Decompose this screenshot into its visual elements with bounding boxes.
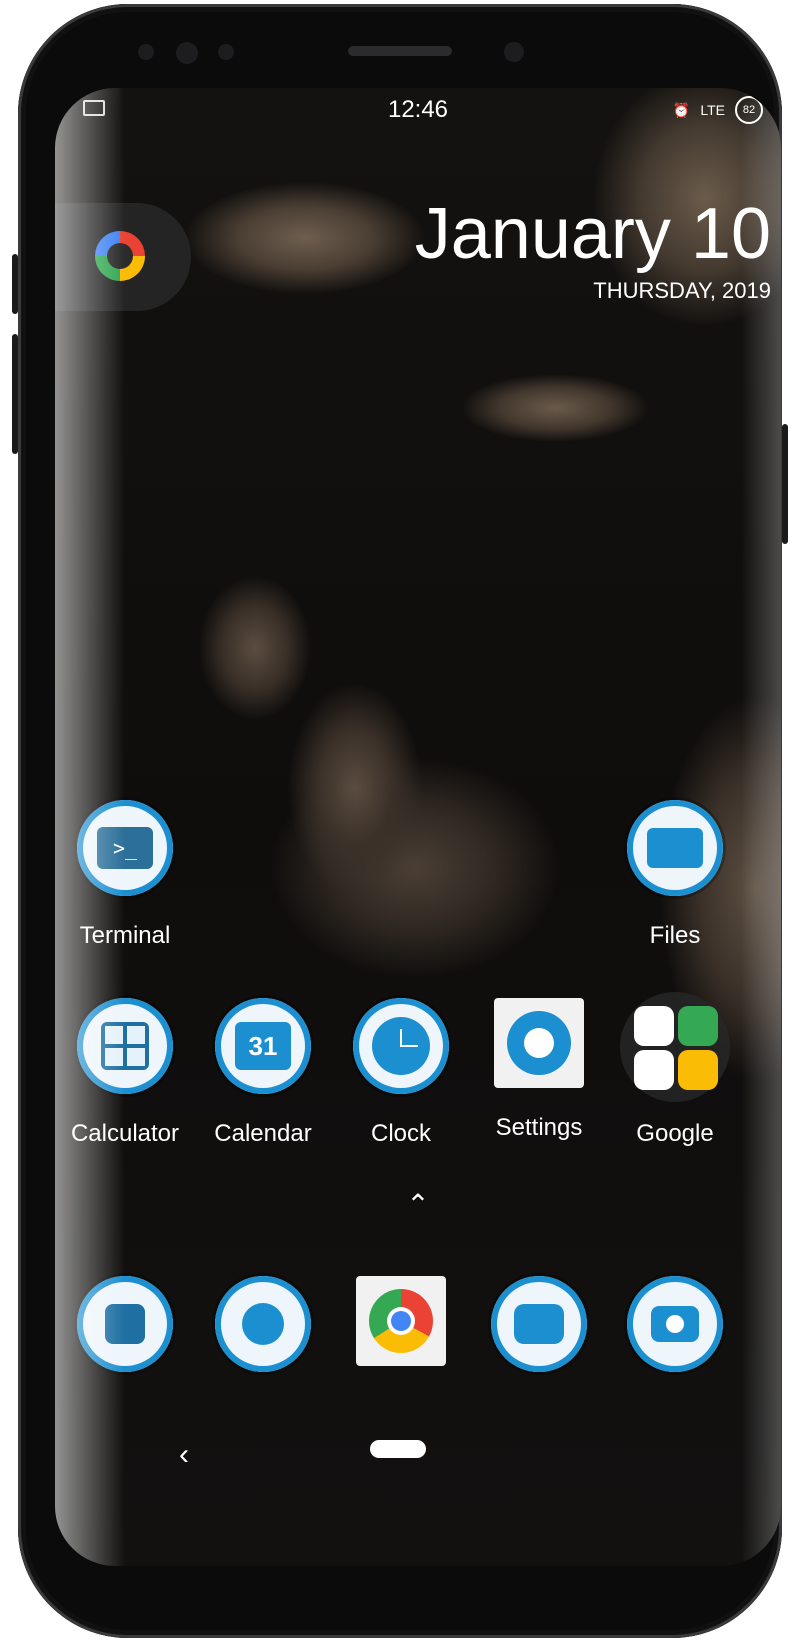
- app-clock[interactable]: Clock: [331, 998, 471, 1148]
- earpiece-speaker: [348, 46, 452, 56]
- bixby-button: [12, 334, 18, 454]
- calendar-icon: 31: [215, 998, 311, 1094]
- dock-messages[interactable]: [469, 1276, 609, 1372]
- app-label: Calculator: [70, 1120, 180, 1147]
- sensor-dot: [138, 44, 154, 60]
- phone-icon: [77, 1276, 173, 1372]
- app-label: Terminal: [79, 922, 171, 949]
- files-icon: [627, 800, 723, 896]
- front-camera: [504, 42, 524, 62]
- keep-icon: [678, 1050, 718, 1090]
- app-label: Google: [636, 1120, 714, 1147]
- sensor-dot: [218, 44, 234, 60]
- app-calendar[interactable]: 31 Calendar: [193, 998, 333, 1148]
- battery-level: 82: [742, 104, 756, 116]
- contacts-icon: [634, 1050, 674, 1090]
- phone-frame: 12:46 ⏰ LTE 82 January 10 THURSDAY, 2019…: [12, 4, 788, 1638]
- contacts-icon: [215, 1276, 311, 1372]
- alarm-icon: ⏰: [672, 101, 691, 118]
- power-button: [782, 424, 788, 544]
- calendar-day-number: 31: [235, 1022, 291, 1070]
- date-month-day: January 10: [414, 194, 771, 274]
- volume-button: [12, 254, 18, 314]
- dock-chrome[interactable]: [331, 1276, 471, 1366]
- terminal-icon: >_: [77, 800, 173, 896]
- home-screen: 12:46 ⏰ LTE 82 January 10 THURSDAY, 2019…: [55, 88, 781, 1566]
- app-label: Settings: [495, 1114, 583, 1141]
- clock-icon: [353, 998, 449, 1094]
- dock-camera[interactable]: [605, 1276, 745, 1372]
- sensor-dot: [176, 42, 198, 64]
- app-label: Clock: [370, 1120, 431, 1147]
- chrome-icon: [356, 1276, 446, 1366]
- status-icons: ⏰ LTE 82: [673, 96, 763, 124]
- app-google-folder[interactable]: Google: [605, 992, 745, 1148]
- edge-highlight-right: [741, 88, 781, 1566]
- back-button[interactable]: ‹: [179, 1438, 189, 1472]
- date-widget[interactable]: January 10 THURSDAY, 2019: [415, 194, 771, 304]
- app-label: Files: [649, 922, 701, 949]
- navigation-bar: ‹: [55, 1428, 781, 1488]
- home-button[interactable]: [370, 1440, 426, 1458]
- calculator-icon: [77, 998, 173, 1094]
- dock-contacts[interactable]: [193, 1276, 333, 1372]
- google-g-icon[interactable]: [95, 231, 145, 281]
- battery-icon: 82: [735, 96, 763, 124]
- maps-icon: [678, 1006, 718, 1046]
- dock-phone[interactable]: [55, 1276, 195, 1372]
- app-calculator[interactable]: Calculator: [55, 998, 195, 1148]
- google-folder-icon: [620, 992, 730, 1102]
- settings-icon: [494, 998, 584, 1088]
- app-terminal[interactable]: >_ Terminal: [55, 800, 195, 950]
- app-files[interactable]: Files: [605, 800, 745, 950]
- camera-icon: [627, 1276, 723, 1372]
- network-type: LTE: [700, 102, 725, 118]
- messages-icon: [491, 1276, 587, 1372]
- app-drawer-arrow[interactable]: ⌃: [55, 1188, 781, 1221]
- status-bar: 12:46 ⏰ LTE 82: [55, 88, 781, 132]
- app-label: Calendar: [214, 1120, 312, 1147]
- play-store-icon: [634, 1006, 674, 1046]
- app-settings[interactable]: Settings: [469, 998, 609, 1142]
- date-weekday-year: THURSDAY, 2019: [593, 278, 771, 303]
